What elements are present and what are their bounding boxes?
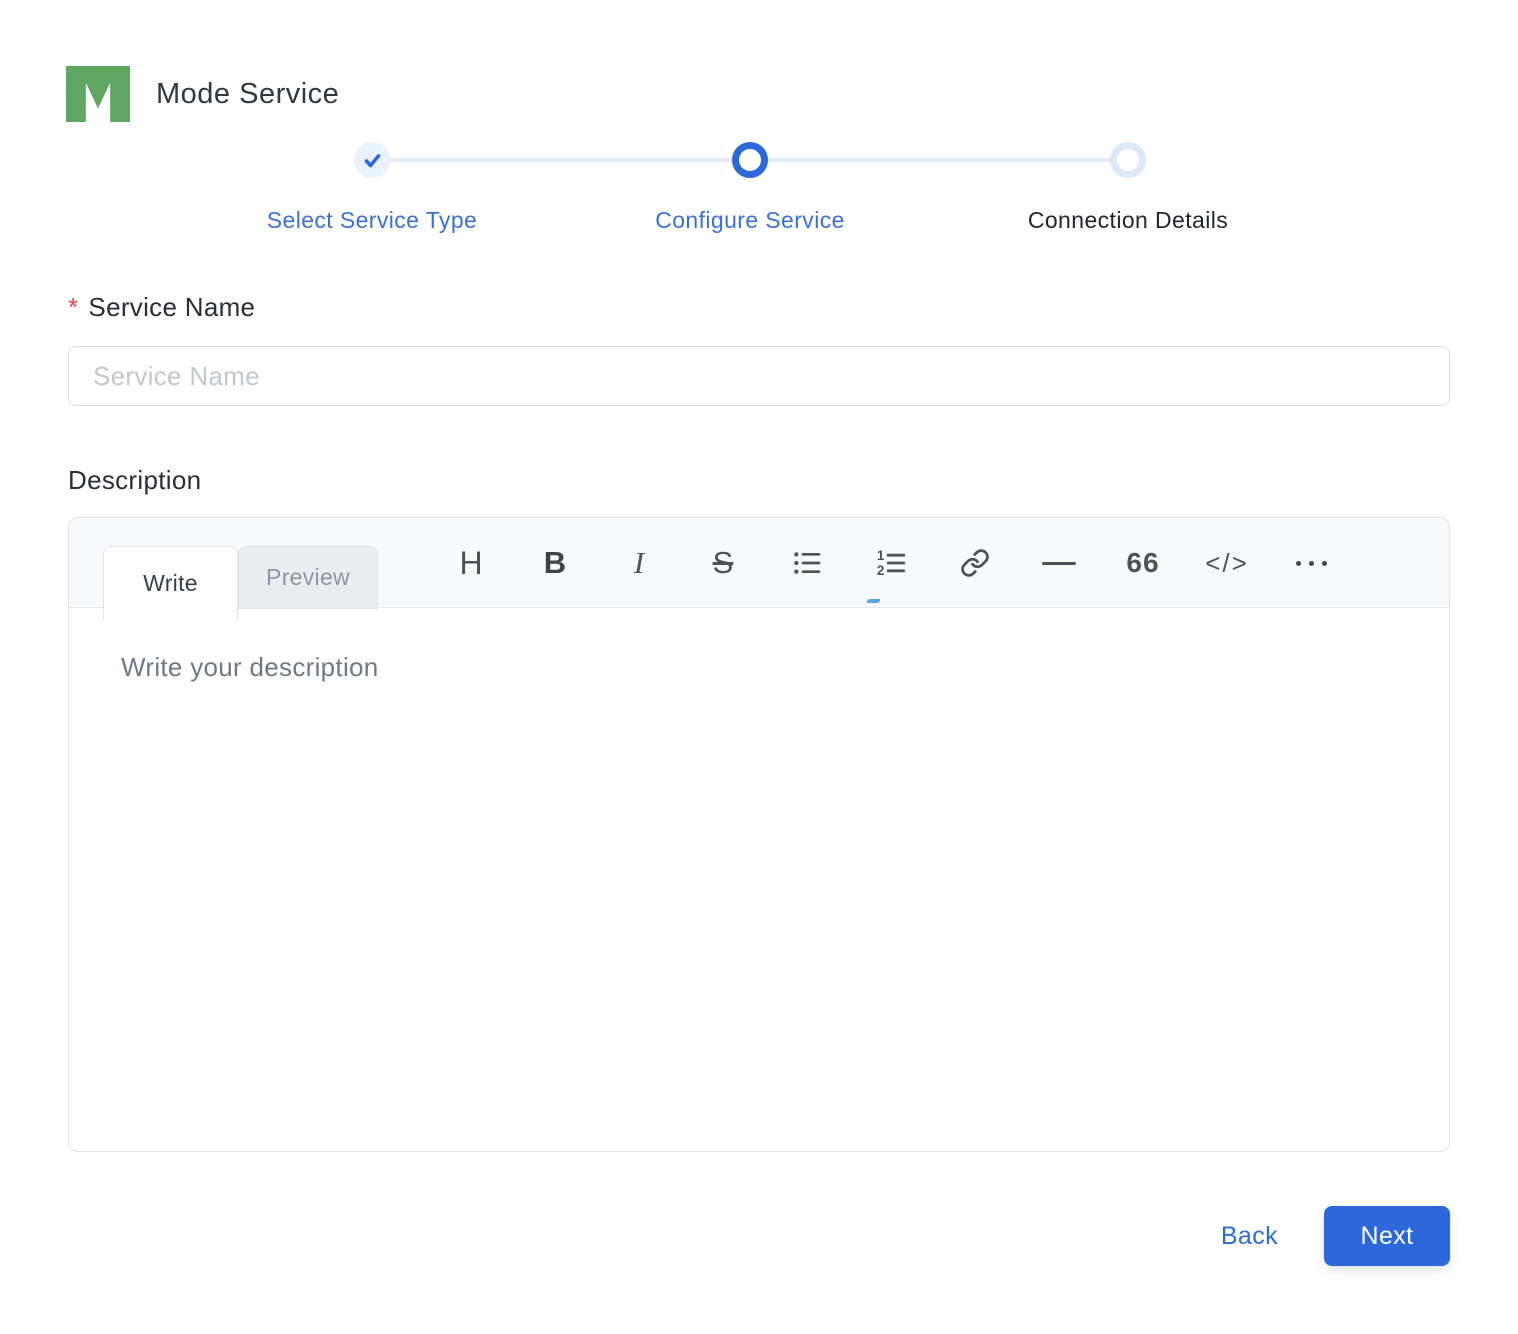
horizontal-rule-button[interactable] <box>1017 518 1101 608</box>
tab-write[interactable]: Write <box>103 546 238 620</box>
required-asterisk: * <box>68 292 79 322</box>
svg-text:2: 2 <box>877 563 884 578</box>
step-configure-service[interactable]: Configure Service <box>561 142 939 235</box>
step-select-service-type[interactable]: Select Service Type <box>183 142 561 235</box>
mode-logo-icon <box>66 66 130 122</box>
more-options-icon <box>1295 560 1327 566</box>
strikethrough-button[interactable]: S <box>681 518 765 608</box>
heading-icon: H <box>459 544 483 581</box>
ordered-list-button[interactable]: 1 2 <box>849 518 933 608</box>
step-completed-circle <box>354 142 390 178</box>
editor-tabs: Write Preview <box>103 546 378 620</box>
tab-preview[interactable]: Preview <box>238 546 378 609</box>
ordered-list-icon: 1 2 <box>877 548 906 578</box>
link-icon <box>961 549 989 577</box>
horizontal-rule-icon <box>1042 561 1076 565</box>
code-icon: </> <box>1205 547 1249 578</box>
more-options-button[interactable] <box>1269 518 1353 608</box>
step-label: Connection Details <box>1027 207 1229 233</box>
step-label: Configure Service <box>655 207 845 233</box>
unordered-list-icon <box>794 552 821 574</box>
wizard-stepper: Select Service Type Configure Service Co… <box>0 142 1518 235</box>
bold-icon: B <box>543 545 567 580</box>
wizard-footer: Back Next <box>0 1206 1450 1266</box>
service-name-label: Service Name <box>88 292 256 322</box>
italic-icon: I <box>633 545 645 580</box>
quote-icon: 66 <box>1126 547 1160 578</box>
unordered-list-button[interactable] <box>765 518 849 608</box>
service-name-input[interactable] <box>68 346 1450 406</box>
step-connection-details[interactable]: Connection Details <box>939 142 1317 235</box>
editor-toolbar: Write Preview H B I S 1 2 66 </> <box>69 518 1449 620</box>
bold-button[interactable]: B <box>513 518 597 608</box>
strikethrough-icon: S <box>712 545 734 580</box>
code-button[interactable]: </> <box>1185 518 1269 608</box>
configure-service-form: * Service Name Description Write Preview… <box>68 292 1450 1152</box>
description-label: Description <box>68 465 202 495</box>
description-textarea[interactable] <box>69 608 1449 1150</box>
description-editor: Write Preview H B I S 1 2 66 </> Write y… <box>68 517 1450 1152</box>
check-icon <box>364 153 380 167</box>
back-button[interactable]: Back <box>1221 1222 1278 1251</box>
step-active-circle <box>732 142 768 178</box>
formatting-toolbar: H B I S 1 2 66 </> <box>429 518 1353 608</box>
quote-button[interactable]: 66 <box>1101 518 1185 608</box>
svg-text:1: 1 <box>877 548 885 563</box>
app-header: Mode Service <box>0 0 1518 122</box>
step-label: Select Service Type <box>266 207 478 233</box>
service-name-label-row: * Service Name <box>68 292 1450 322</box>
step-upcoming-circle <box>1110 142 1146 178</box>
page-title: Mode Service <box>156 77 340 110</box>
link-button[interactable] <box>933 518 1017 608</box>
italic-button[interactable]: I <box>597 518 681 608</box>
next-button[interactable]: Next <box>1324 1206 1450 1266</box>
heading-button[interactable]: H <box>429 518 513 608</box>
